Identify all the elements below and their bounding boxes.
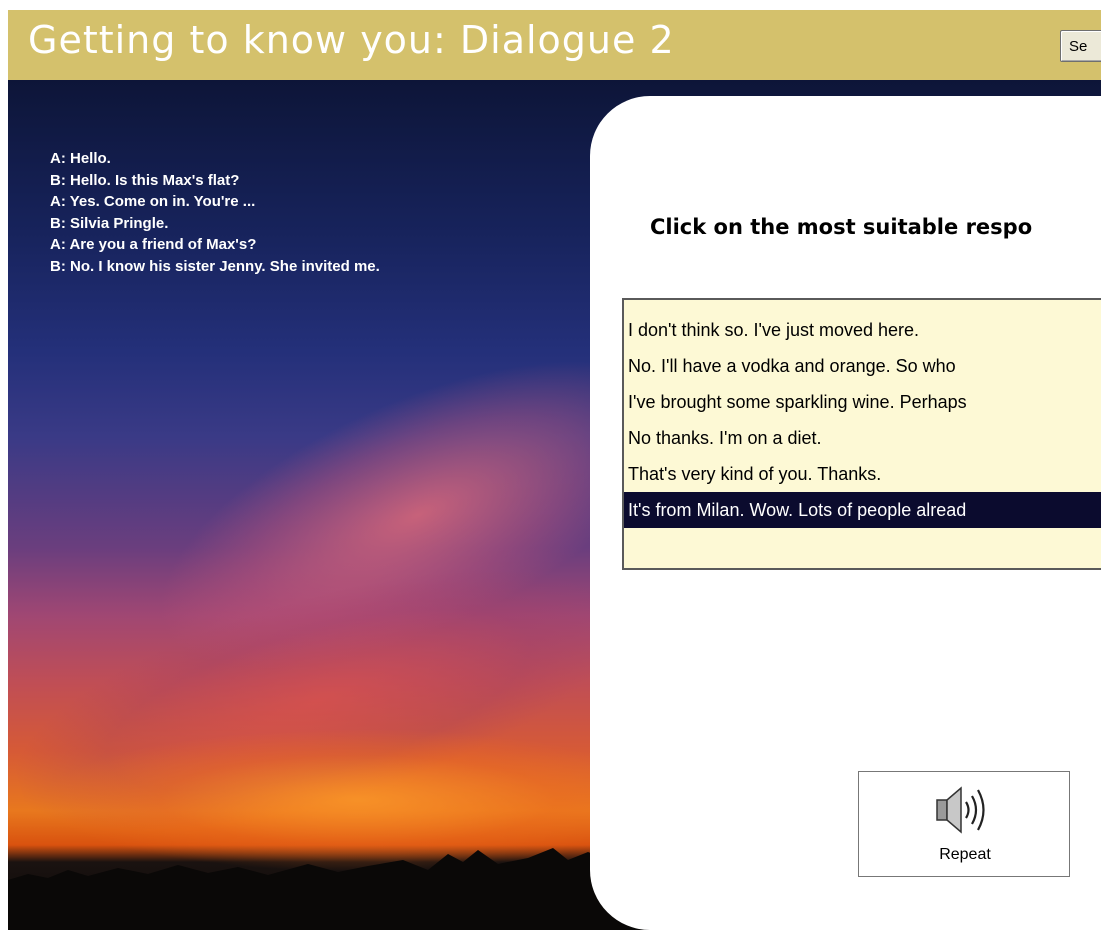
dialogue-line: A: Hello. bbox=[50, 150, 111, 167]
repeat-button[interactable]: Repeat bbox=[858, 771, 1070, 877]
response-option[interactable]: I've brought some sparkling wine. Perhap… bbox=[624, 384, 1101, 420]
dialogue-line: A: Are you a friend of Max's? bbox=[50, 236, 257, 253]
dialogue-line: B: No. I know his sister Jenny. She invi… bbox=[50, 257, 380, 275]
response-option[interactable]: I don't think so. I've just moved here. bbox=[624, 312, 1101, 348]
dialogue-text: A: Hello. B: Hello. Is this Max's flat? … bbox=[50, 148, 380, 277]
response-option[interactable]: That's very kind of you. Thanks. bbox=[624, 456, 1101, 492]
response-option[interactable]: No. I'll have a vodka and orange. So who bbox=[624, 348, 1101, 384]
page-title: Getting to know you: Dialogue 2 bbox=[28, 18, 675, 62]
tree-silhouette bbox=[8, 848, 628, 930]
speaker-icon bbox=[936, 786, 985, 834]
instruction-text: Click on the most suitable respo bbox=[650, 215, 1033, 239]
setup-button[interactable]: Se bbox=[1060, 30, 1101, 62]
response-option-selected[interactable]: It's from Milan. Wow. Lots of people alr… bbox=[624, 492, 1101, 528]
dialogue-line: A: Yes. Come on in. You're ... bbox=[50, 193, 256, 210]
dialogue-line: B: Hello. Is this Max's flat? bbox=[50, 171, 240, 189]
title-bar: Getting to know you: Dialogue 2 Se bbox=[8, 10, 1101, 80]
repeat-label: Repeat bbox=[939, 846, 991, 863]
response-options-list[interactable]: I don't think so. I've just moved here. … bbox=[622, 298, 1101, 570]
dialogue-line: B: Silvia Pringle. bbox=[50, 214, 169, 232]
response-option[interactable]: No thanks. I'm on a diet. bbox=[624, 420, 1101, 456]
